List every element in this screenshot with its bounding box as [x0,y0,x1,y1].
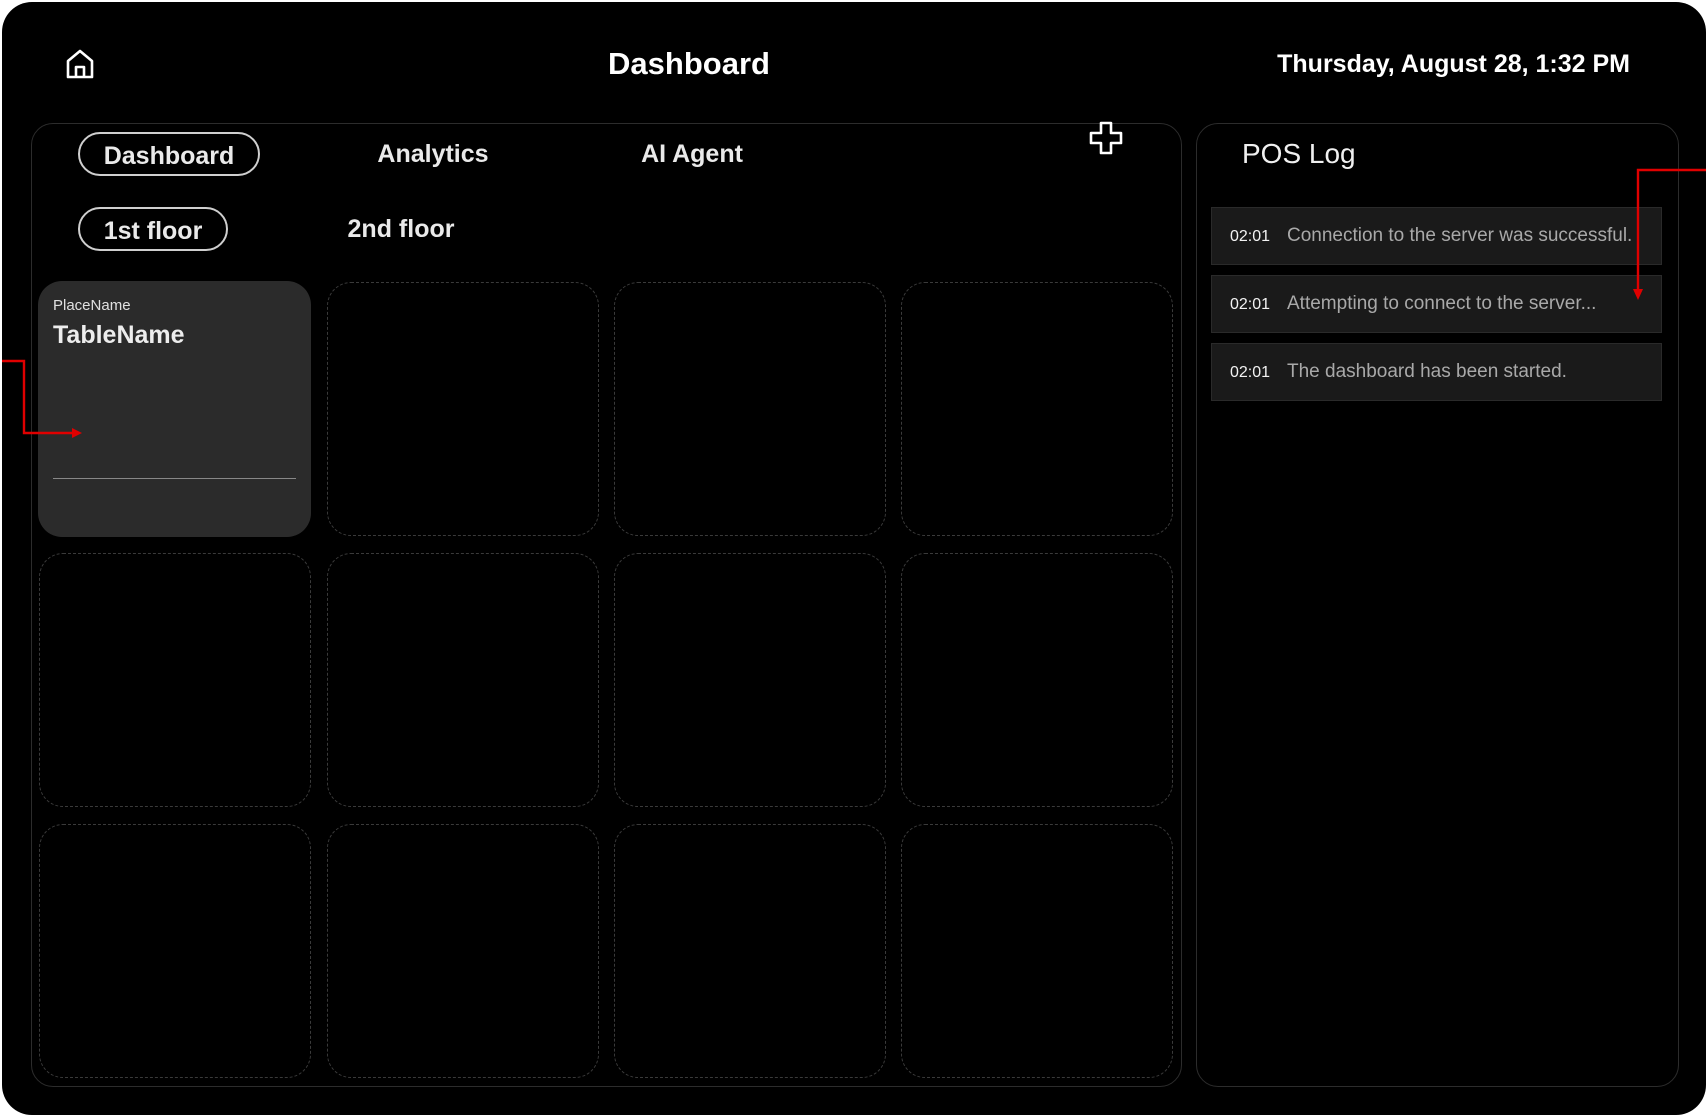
place-name-label: PlaceName [53,297,131,314]
empty-table-slot[interactable] [327,553,599,807]
card-divider [53,478,296,479]
pos-log-panel: POS Log 02:01 Connection to the server w… [1196,123,1679,1087]
empty-table-slot[interactable] [901,282,1173,536]
empty-table-slot[interactable] [614,824,886,1078]
tab-dashboard[interactable]: Dashboard [78,132,260,176]
plus-icon[interactable] [1088,120,1124,156]
log-entry-time: 02:01 [1230,228,1271,245]
empty-table-slot[interactable] [327,824,599,1078]
log-entry: 02:01 Connection to the server was succe… [1211,207,1662,265]
tab-analytics[interactable]: Analytics [364,132,502,176]
annotation-arrow-right [1633,168,1706,300]
empty-table-slot[interactable] [327,282,599,536]
empty-table-slot[interactable] [901,824,1173,1078]
floor-tab-1st[interactable]: 1st floor [78,207,228,251]
floor-tab-2nd[interactable]: 2nd floor [332,207,470,251]
log-entry-message: Connection to the server was successful. [1287,225,1633,246]
log-entry-time: 02:01 [1230,364,1271,381]
log-entry: 02:01 The dashboard has been started. [1211,343,1662,401]
datetime-label: Thursday, August 28, 1:32 PM [1277,50,1630,78]
empty-table-slot[interactable] [614,282,886,536]
tab-ai-agent[interactable]: AI Agent [622,132,762,176]
empty-table-slot[interactable] [39,553,311,807]
empty-table-slot[interactable] [39,824,311,1078]
table-name-label: TableName [53,321,185,349]
log-entry-message: The dashboard has been started. [1287,361,1567,382]
pos-log-title: POS Log [1242,138,1356,169]
empty-table-slot[interactable] [614,553,886,807]
app-frame: Dashboard Thursday, August 28, 1:32 PM D… [2,2,1706,1115]
page-title: Dashboard [608,46,770,81]
empty-table-slot[interactable] [901,553,1173,807]
log-entry-time: 02:01 [1230,296,1271,313]
log-entry: 02:01 Attempting to connect to the serve… [1211,275,1662,333]
log-entry-message: Attempting to connect to the server... [1287,293,1597,314]
annotation-arrow-left [2,359,82,438]
